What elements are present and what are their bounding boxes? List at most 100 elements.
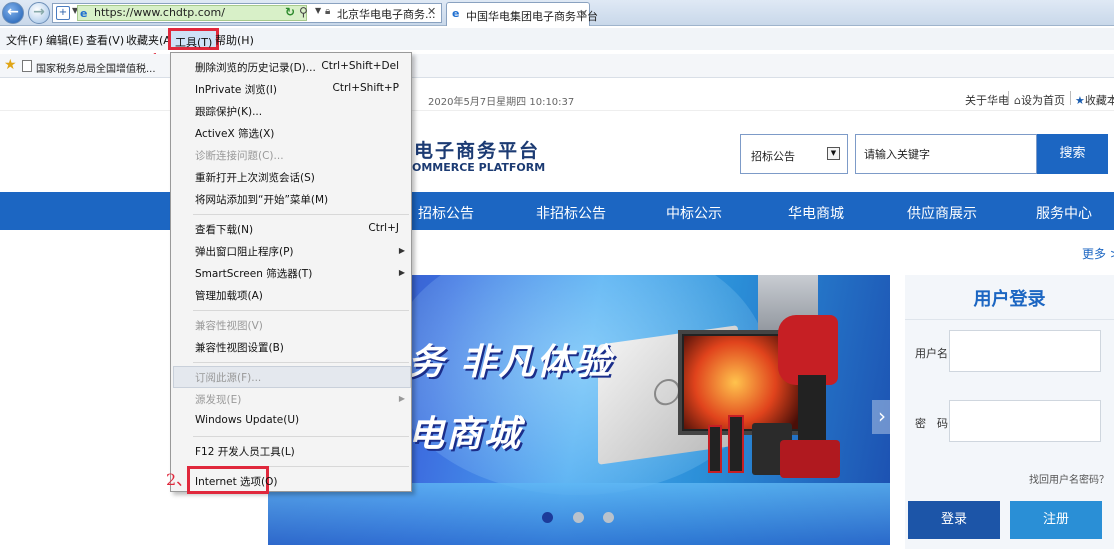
menu-subscribe-feed: 订阅此源(F)...: [195, 372, 262, 384]
current-date: 2020年5月7日星期四 10:10:37: [428, 97, 575, 108]
search-button[interactable]: 搜索: [1037, 134, 1108, 174]
tools-menu: 删除浏览的历史记录(D)... Ctrl+Shift+Del InPrivate…: [170, 52, 412, 494]
login-divider: [905, 319, 1114, 320]
chevron-down-icon[interactable]: ▼: [827, 147, 840, 160]
menu-internet-options[interactable]: Internet 选项(O): [195, 474, 278, 489]
chevron-right-icon[interactable]: ›: [872, 400, 892, 434]
more-link[interactable]: 更多 >: [1082, 245, 1114, 262]
login-title: 用户登录: [973, 289, 1046, 310]
menu-inprivate[interactable]: InPrivate 浏览(I): [195, 82, 277, 97]
menu-separator: [193, 214, 409, 215]
search-dropdown-icon[interactable]: ▼: [315, 6, 321, 15]
laptop-logo: [654, 377, 680, 407]
menu-view[interactable]: 查看(V): [86, 32, 124, 48]
favorites-star-icon[interactable]: ★: [4, 57, 17, 73]
nav-suppliers[interactable]: 供应商展示: [907, 203, 977, 223]
logo-title[interactable]: 电子商务平台: [414, 136, 540, 163]
browser-tab[interactable]: e 中国华电集团电子商务平台 ✕: [446, 2, 598, 26]
menu-tracking-protection[interactable]: 跟踪保护(K)...: [195, 104, 262, 119]
banner-slogan-2: 电商城: [408, 414, 523, 455]
login-panel: 用户登录 用户名 密 码 找回用户名密码？ 登录 注册: [905, 275, 1114, 549]
forward-button[interactable]: →: [28, 2, 50, 24]
ie-tab-icon: e: [452, 7, 460, 20]
site-top-info: 2020年5月7日星期四 10:10:37 关于华电 ⌂设为首页 ★收藏本: [0, 88, 1114, 110]
set-homepage-link[interactable]: ⌂设为首页: [1014, 92, 1065, 108]
divider: [1008, 91, 1009, 105]
search-box: [855, 134, 1037, 174]
set-homepage-label: 设为首页: [1020, 94, 1065, 107]
drill-handle: [798, 375, 826, 445]
url-field[interactable]: e https://www.chdtp.com/: [77, 5, 307, 21]
bookmark-link[interactable]: ★收藏本: [1075, 92, 1114, 108]
stop-icon[interactable]: ✕: [427, 5, 436, 18]
menu-edit[interactable]: 编辑(E): [46, 32, 84, 48]
menu-windows-update[interactable]: Windows Update(U): [195, 414, 299, 426]
tab-close-icon[interactable]: ✕: [579, 7, 588, 20]
favorites-bar: ★ 国家税务总局全国增值税...: [0, 54, 1114, 78]
search-icon[interactable]: ⚲: [299, 5, 308, 19]
carousel-dot-3[interactable]: [603, 512, 614, 523]
shortcut-inprivate: Ctrl+Shift+P: [332, 82, 399, 94]
menu-feed-discovery: 源发现(E): [195, 394, 242, 406]
nav-bid-result[interactable]: 中标公示: [666, 203, 722, 223]
menu-help[interactable]: 帮助(H): [215, 32, 254, 48]
logo-subtitle: OMMERCE PLATFORM: [412, 161, 546, 174]
main-nav: 招标公告 非招标公告 中标公示 华电商城 供应商展示 服务中心: [0, 192, 1114, 230]
carousel-dot-1[interactable]: [542, 512, 553, 523]
tool-a: [708, 425, 722, 473]
drill-battery: [780, 440, 840, 478]
nav-service-center[interactable]: 服务中心: [1036, 203, 1092, 223]
menu-smartscreen[interactable]: SmartScreen 筛选器(T): [195, 266, 312, 281]
bookmark-star-icon: ★: [1075, 94, 1085, 107]
nav-non-tender-notice[interactable]: 非招标公告: [536, 203, 606, 223]
refresh-icon[interactable]: ↻: [285, 5, 295, 19]
bookmark-label: 收藏本: [1084, 94, 1114, 107]
banner-slogan-1: 务 非凡体验: [408, 342, 613, 383]
search-category-value: 招标公告: [751, 150, 795, 163]
lock-icon: 🔒︎: [325, 6, 331, 17]
username-input[interactable]: [949, 330, 1101, 372]
register-button[interactable]: 注册: [1010, 501, 1102, 539]
tool-b: [728, 415, 744, 473]
browser-window: ← → + ▼ e https://www.chdtp.com/ ↻ ⚲ ▼ 🔒…: [0, 0, 1114, 549]
carousel-dot-2[interactable]: [573, 512, 584, 523]
favorite-link[interactable]: 国家税务总局全国增值税...: [36, 60, 156, 75]
menu-separator: [193, 362, 409, 363]
nav-tender-notice[interactable]: 招标公告: [418, 203, 474, 223]
username-label: 用户名: [915, 347, 948, 360]
ie-page-icon: e: [80, 7, 88, 20]
back-button[interactable]: ←: [2, 2, 24, 24]
step-2-annotation: 2、: [166, 470, 193, 489]
menu-reopen-session[interactable]: 重新打开上次浏览会话(S): [195, 170, 315, 185]
site-shield-icon[interactable]: +: [56, 6, 70, 20]
login-button[interactable]: 登录: [908, 501, 1000, 539]
nav-mall[interactable]: 华电商城: [788, 203, 844, 223]
address-bar: ← → + ▼ e https://www.chdtp.com/ ↻ ⚲ ▼ 🔒…: [0, 0, 1114, 26]
forgot-credentials-link[interactable]: 找回用户名密码？: [1029, 471, 1109, 486]
submenu-arrow-icon: ▶: [398, 394, 405, 403]
password-input[interactable]: [949, 400, 1101, 442]
submenu-arrow-icon: ▶: [398, 268, 405, 277]
menu-delete-history[interactable]: 删除浏览的历史记录(D)...: [195, 60, 316, 75]
home-icon: ⌂: [1014, 94, 1021, 107]
menu-separator: [193, 310, 409, 311]
menu-diagnose-connection: 诊断连接问题(C)...: [195, 150, 284, 162]
menu-file[interactable]: 文件(F): [6, 32, 43, 48]
url-box: + ▼ e https://www.chdtp.com/ ↻ ⚲ ▼ 🔒︎ 北京…: [52, 3, 442, 23]
menu-f12-devtools[interactable]: F12 开发人员工具(L): [195, 444, 295, 459]
search-category-select[interactable]: 招标公告 ▼: [740, 134, 848, 174]
menu-view-downloads[interactable]: 查看下载(N): [195, 222, 253, 237]
submenu-arrow-icon: ▶: [398, 246, 405, 255]
menu-compat-settings[interactable]: 兼容性视图设置(B): [195, 340, 284, 355]
search-input[interactable]: [864, 148, 1024, 161]
menu-compat-view: 兼容性视图(V): [195, 320, 263, 332]
password-label: 密 码: [915, 417, 948, 430]
about-link[interactable]: 关于华电: [965, 92, 1009, 108]
site-identity[interactable]: 北京华电电子商务...: [337, 6, 436, 22]
menu-manage-addons[interactable]: 管理加载项(A): [195, 288, 263, 303]
drill-image: [768, 315, 840, 478]
page-icon: [22, 60, 32, 72]
menu-add-to-start[interactable]: 将网站添加到“开始”菜单(M): [195, 192, 328, 207]
menu-activex-filter[interactable]: ActiveX 筛选(X): [195, 126, 274, 141]
menu-popup-blocker[interactable]: 弹出窗口阻止程序(P): [195, 244, 294, 259]
